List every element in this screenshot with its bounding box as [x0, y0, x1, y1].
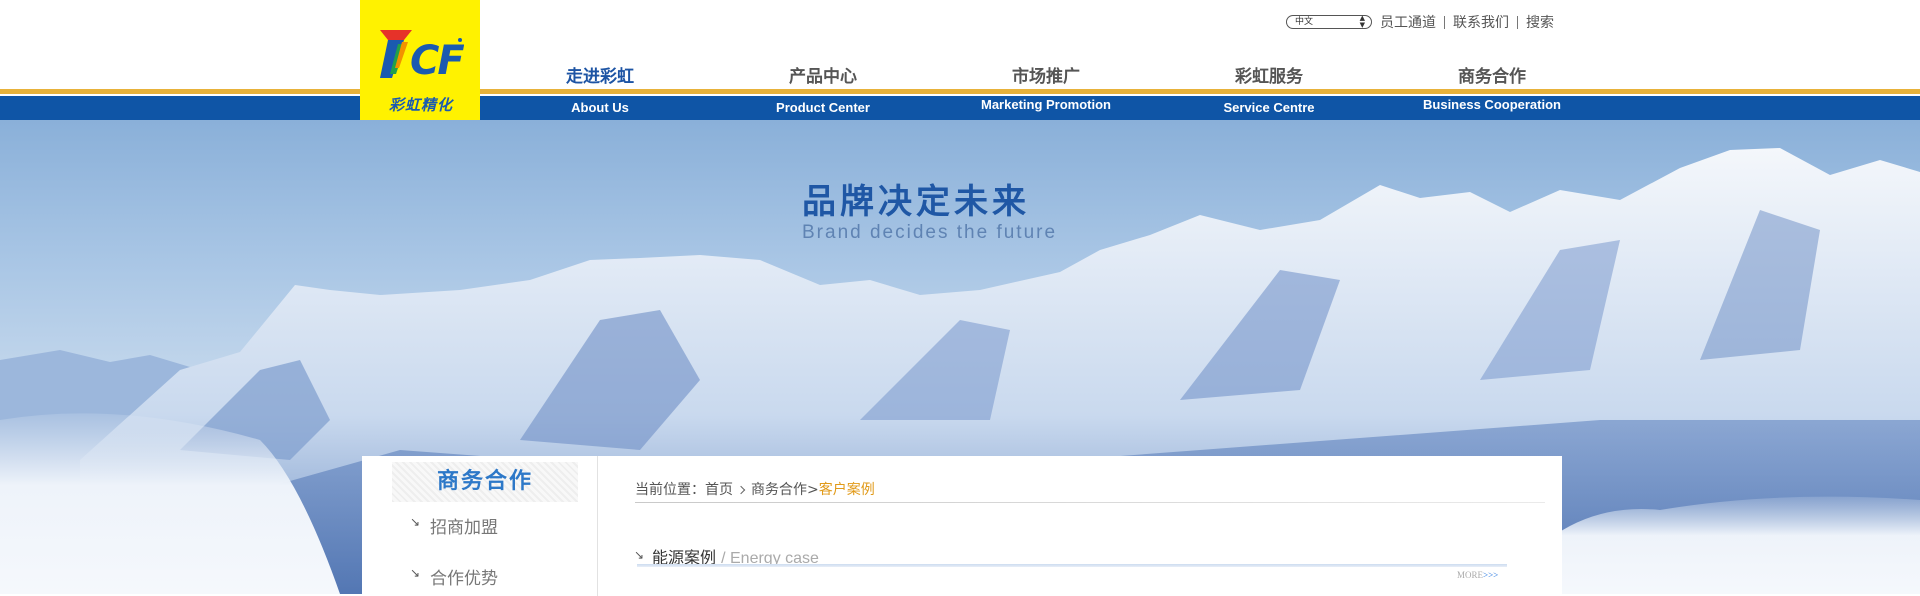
logo-text: 彩虹精化	[388, 96, 453, 114]
nav-label-en: Product Center	[776, 100, 870, 115]
nav-label-en: Business Cooperation	[1423, 97, 1561, 112]
nav-label-cn: 商务合作	[1458, 67, 1526, 87]
logo-mark-icon: CF	[380, 30, 464, 80]
nav-label-cn: 走进彩虹	[566, 67, 634, 87]
sidebar-item-label: 招商加盟	[430, 518, 498, 538]
breadcrumb-section[interactable]: 商务合作>	[751, 482, 819, 498]
chevron-right-icon	[736, 485, 746, 495]
sidebar-item-franchise[interactable]: ↘ 招商加盟	[410, 513, 498, 538]
nav-item-marketing[interactable]: 市场推广 Marketing Promotion	[946, 66, 1146, 112]
sidebar-header: 商务合作	[392, 462, 578, 502]
top-link-contact[interactable]: 联系我们	[1453, 12, 1509, 32]
main-nav: 走进彩虹 About Us 产品中心 Product Center 市场推广 M…	[500, 66, 1590, 120]
logo[interactable]: CF 彩虹精化	[360, 0, 480, 120]
more-link[interactable]: MORE>>>	[1457, 570, 1498, 580]
site-header: CF 彩虹精化 中文 ▲ ▼ 员工通道 联系我们 搜索 走进彩虹 About Us…	[0, 0, 1920, 120]
arrow-down-right-icon: ↘	[410, 566, 421, 580]
sidebar-title: 商务合作	[436, 469, 533, 494]
breadcrumb-underline	[635, 502, 1545, 503]
nav-label-en: Service Centre	[1223, 100, 1315, 115]
sidebar-item-label: 合作优势	[430, 569, 498, 589]
content-panel: 商务合作 ↘ 招商加盟 ↘ 合作优势 当前位置：首页 商务合作>客户案例 ↘ 能源…	[362, 456, 1562, 596]
banner-slogan: 品牌决定未来 Brand decides the future	[802, 182, 1057, 244]
sidebar-item-advantages[interactable]: ↘ 合作优势	[410, 564, 498, 589]
nav-item-about[interactable]: 走进彩虹 About Us	[500, 66, 700, 115]
divider	[1444, 15, 1445, 29]
top-link-staff[interactable]: 员工通道	[1380, 12, 1436, 32]
sidebar-divider	[597, 456, 598, 596]
nav-label-cn: 彩虹服务	[1235, 67, 1303, 87]
svg-text:CF: CF	[410, 38, 464, 80]
top-link-search[interactable]: 搜索	[1526, 12, 1554, 32]
divider	[1517, 15, 1518, 29]
language-select[interactable]: 中文 ▲ ▼	[1286, 15, 1372, 29]
nav-label-en: Marketing Promotion	[980, 97, 1111, 112]
section-underline	[637, 564, 1507, 567]
breadcrumb-home[interactable]: 首页	[705, 482, 733, 498]
arrow-down-right-icon: ↘	[410, 515, 421, 529]
breadcrumb: 当前位置：首页 商务合作>客户案例	[635, 479, 875, 499]
arrow-down-right-icon: ↘	[634, 548, 645, 562]
nav-item-products[interactable]: 产品中心 Product Center	[723, 66, 923, 115]
nav-item-service[interactable]: 彩虹服务 Service Centre	[1169, 66, 1369, 115]
nav-item-business[interactable]: 商务合作 Business Cooperation	[1392, 66, 1592, 112]
nav-label-en: About Us	[571, 100, 629, 115]
select-arrows-icon: ▲ ▼	[1359, 14, 1365, 29]
language-select-value: 中文	[1295, 17, 1314, 27]
top-links: 中文 ▲ ▼ 员工通道 联系我们 搜索	[1286, 12, 1554, 32]
nav-label-cn: 产品中心	[789, 67, 857, 87]
breadcrumb-label: 当前位置：	[635, 482, 705, 498]
slogan-cn: 品牌决定未来	[802, 182, 1030, 222]
breadcrumb-current: 客户案例	[818, 482, 875, 498]
nav-label-cn: 市场推广	[1012, 67, 1080, 87]
more-arrows: >>>	[1483, 570, 1499, 580]
slogan-en: Brand decides the future	[802, 222, 1058, 243]
more-label: MORE	[1457, 570, 1484, 580]
